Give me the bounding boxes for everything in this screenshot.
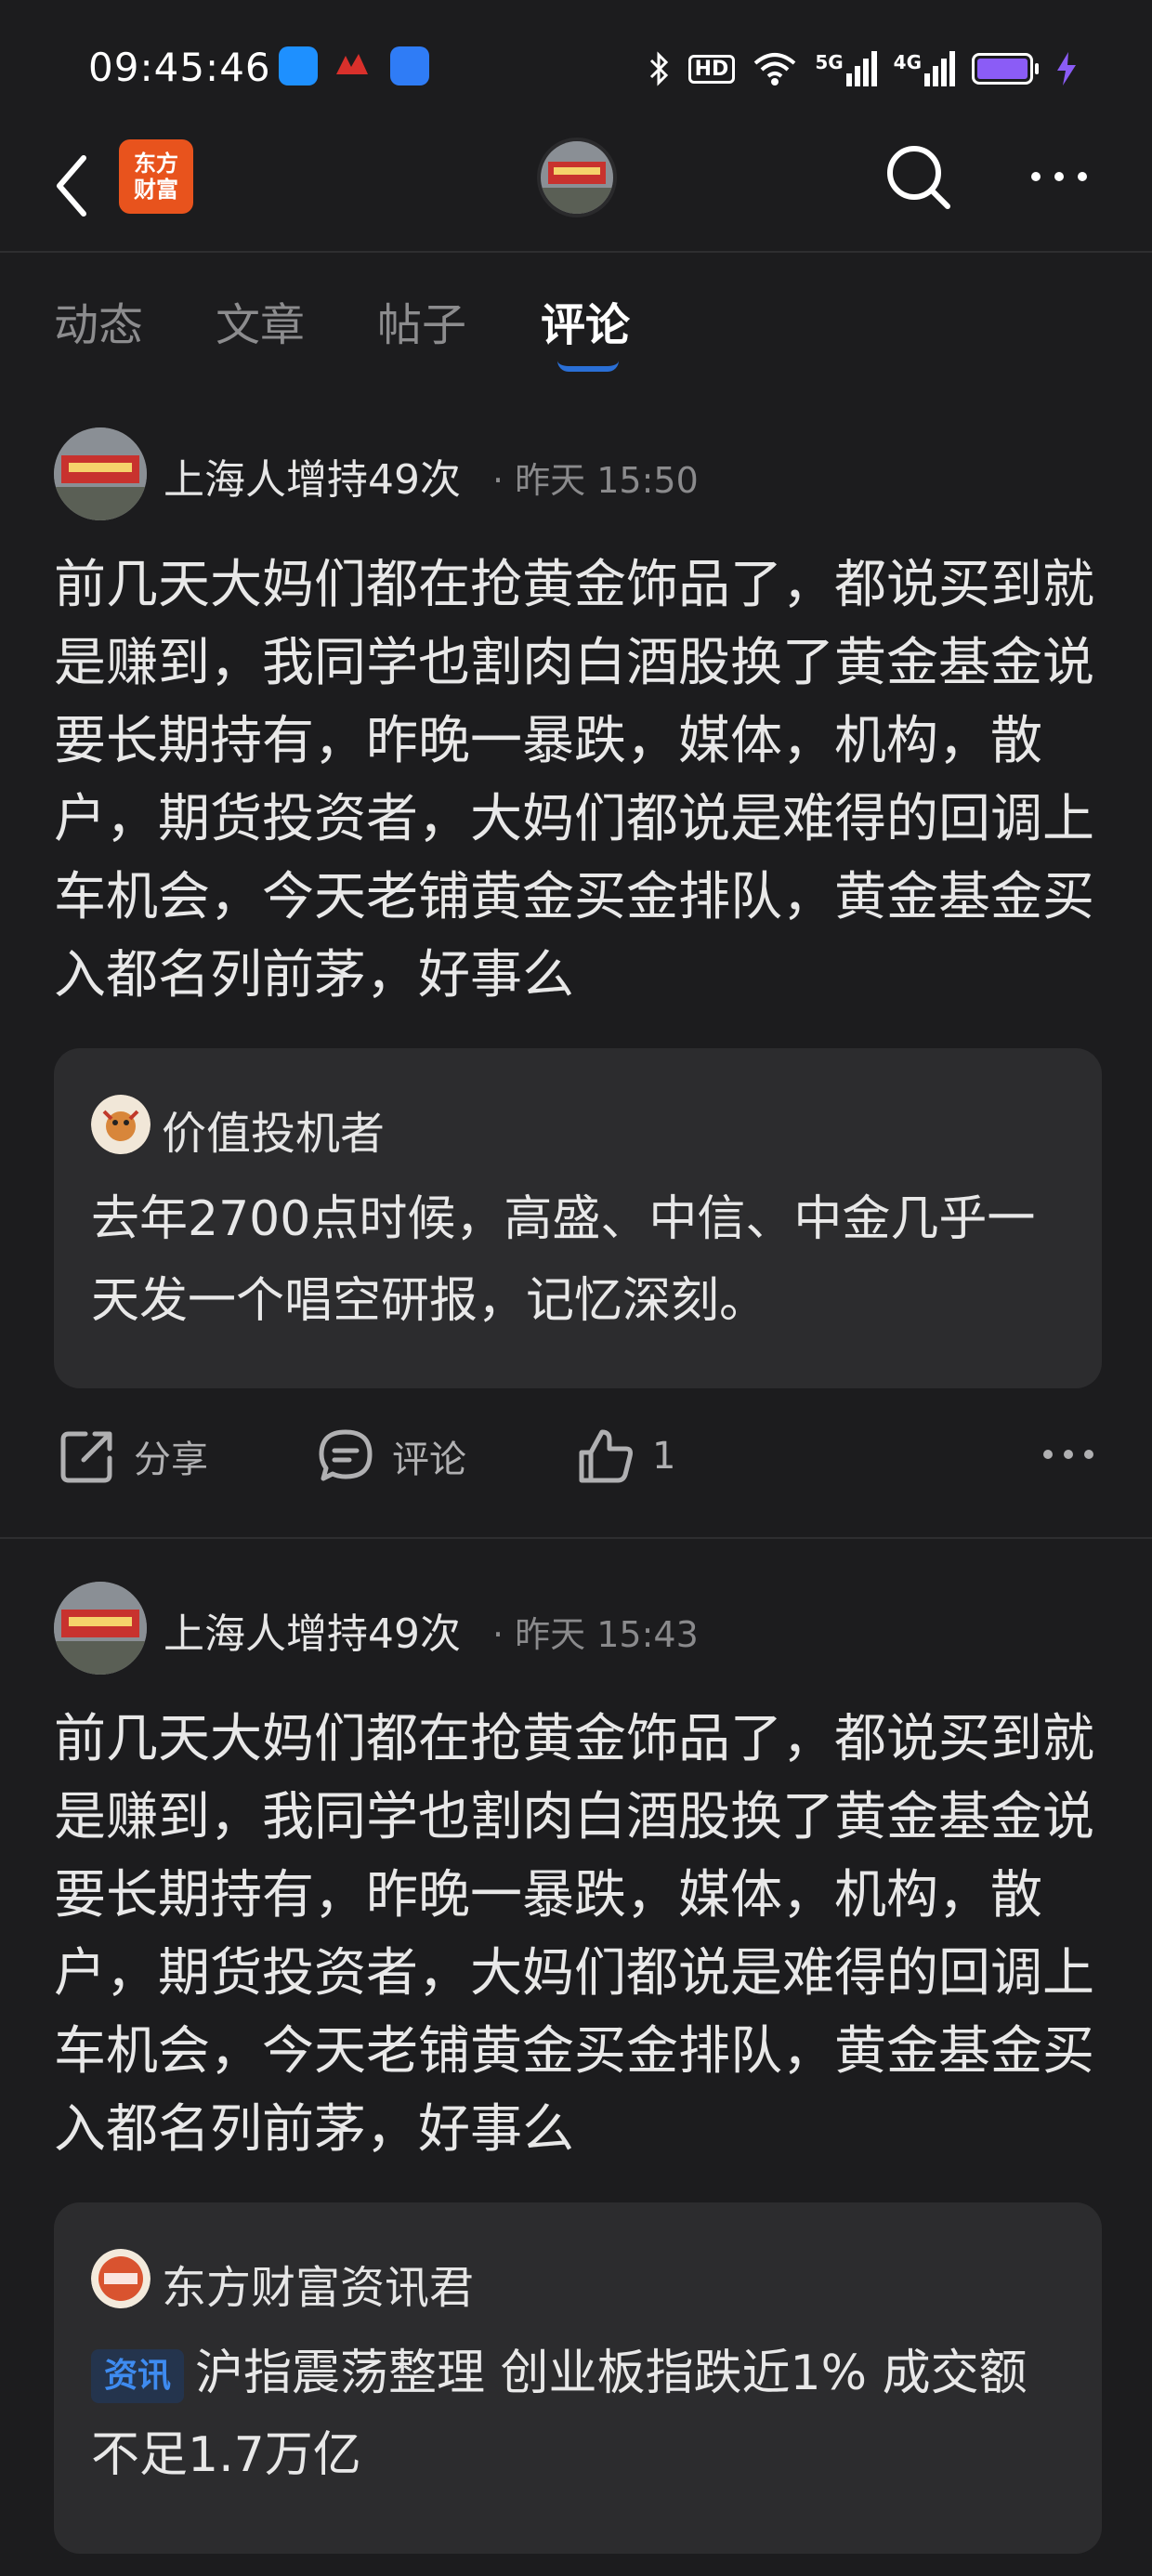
share-icon bbox=[60, 1431, 112, 1483]
tab-articles[interactable]: 文章 bbox=[216, 288, 305, 353]
signal-4g-icon: 4G bbox=[894, 51, 955, 86]
more-options-icon[interactable] bbox=[1027, 158, 1092, 195]
tab-bar: 动态 文章 帖子 评论 bbox=[0, 279, 1152, 381]
thumbs-up-icon bbox=[579, 1429, 633, 1483]
browser-app-icon bbox=[279, 46, 318, 85]
quote-body: 去年2700点时候，高盛、中信、中金几乎一天发一个唱空研报，记忆深刻。 bbox=[91, 1191, 1036, 1329]
status-time: 09:45:46 bbox=[88, 45, 271, 90]
red-app-icon bbox=[333, 46, 372, 85]
back-icon[interactable] bbox=[46, 144, 102, 228]
more-options-icon[interactable] bbox=[1041, 1445, 1096, 1464]
search-icon[interactable] bbox=[881, 139, 955, 214]
tab-dynamics[interactable]: 动态 bbox=[54, 288, 143, 353]
quote-avatar[interactable] bbox=[91, 2249, 151, 2308]
hd-icon: HD bbox=[687, 54, 736, 84]
tab-posts[interactable]: 帖子 bbox=[377, 288, 466, 353]
post-timestamp: · 昨天 15:50 bbox=[492, 460, 699, 501]
nav-divider bbox=[0, 251, 1152, 253]
quote-avatar[interactable] bbox=[91, 1095, 151, 1154]
comment-label: 评论 bbox=[392, 1439, 466, 1481]
status-bar: 09:45:46 HD 5G 4G bbox=[0, 0, 1152, 139]
blue-app-icon bbox=[390, 46, 429, 85]
avatar[interactable] bbox=[54, 427, 147, 520]
news-headline[interactable]: 沪指震荡整理 创业板指跌近1% 成交额不足1.7万亿 bbox=[91, 2346, 1028, 2483]
quote-body: 资讯 沪指震荡整理 创业板指跌近1% 成交额不足1.7万亿 bbox=[91, 2333, 1067, 2496]
post-body[interactable]: 前几天大妈们都在抢黄金饰品了，都说买到就是赚到，我同学也割肉白酒股换了黄金基金说… bbox=[54, 546, 1104, 1015]
quote-username[interactable]: 东方财富资讯君 bbox=[162, 2251, 474, 2316]
share-label: 分享 bbox=[134, 1439, 208, 1481]
avatar[interactable] bbox=[54, 1582, 147, 1675]
post-divider bbox=[0, 1537, 1152, 1539]
username[interactable]: 上海人增持49次 bbox=[164, 1600, 461, 1660]
post-timestamp: · 昨天 15:43 bbox=[492, 1614, 699, 1655]
quoted-comment-card[interactable]: 价值投机者 去年2700点时候，高盛、中信、中金几乎一天发一个唱空研报，记忆深刻… bbox=[54, 1048, 1102, 1388]
news-badge: 资讯 bbox=[91, 2349, 185, 2403]
profile-avatar[interactable] bbox=[537, 138, 617, 217]
username[interactable]: 上海人增持49次 bbox=[164, 446, 461, 506]
battery-icon bbox=[972, 53, 1039, 85]
quoted-news-card[interactable]: 东方财富资讯君 资讯 沪指震荡整理 创业板指跌近1% 成交额不足1.7万亿 bbox=[54, 2202, 1102, 2554]
share-button[interactable]: 分享 bbox=[58, 1426, 208, 1486]
post-body[interactable]: 前几天大妈们都在抢黄金饰品了，都说买到就是赚到，我同学也割肉白酒股换了黄金基金说… bbox=[54, 1701, 1104, 2169]
like-count: 1 bbox=[652, 1435, 676, 1478]
comment-icon bbox=[319, 1429, 373, 1481]
active-tab-indicator bbox=[557, 361, 619, 372]
post-actions: 分享 评论 1 bbox=[0, 1417, 1152, 1510]
eastmoney-logo[interactable]: 东方 财富 bbox=[119, 139, 193, 214]
charging-icon bbox=[1057, 52, 1076, 85]
tab-comments[interactable]: 评论 bbox=[541, 288, 630, 353]
logo-text-2: 财富 bbox=[134, 177, 178, 203]
quote-username[interactable]: 价值投机者 bbox=[162, 1097, 385, 1162]
like-button[interactable]: 1 bbox=[576, 1426, 675, 1486]
status-icons: HD 5G 4G bbox=[646, 48, 1078, 89]
bluetooth-icon bbox=[649, 51, 668, 86]
comment-button[interactable]: 评论 bbox=[316, 1426, 466, 1486]
logo-text-1: 东方 bbox=[134, 151, 178, 177]
wifi-icon bbox=[754, 53, 796, 85]
signal-5g-icon: 5G bbox=[815, 51, 877, 86]
